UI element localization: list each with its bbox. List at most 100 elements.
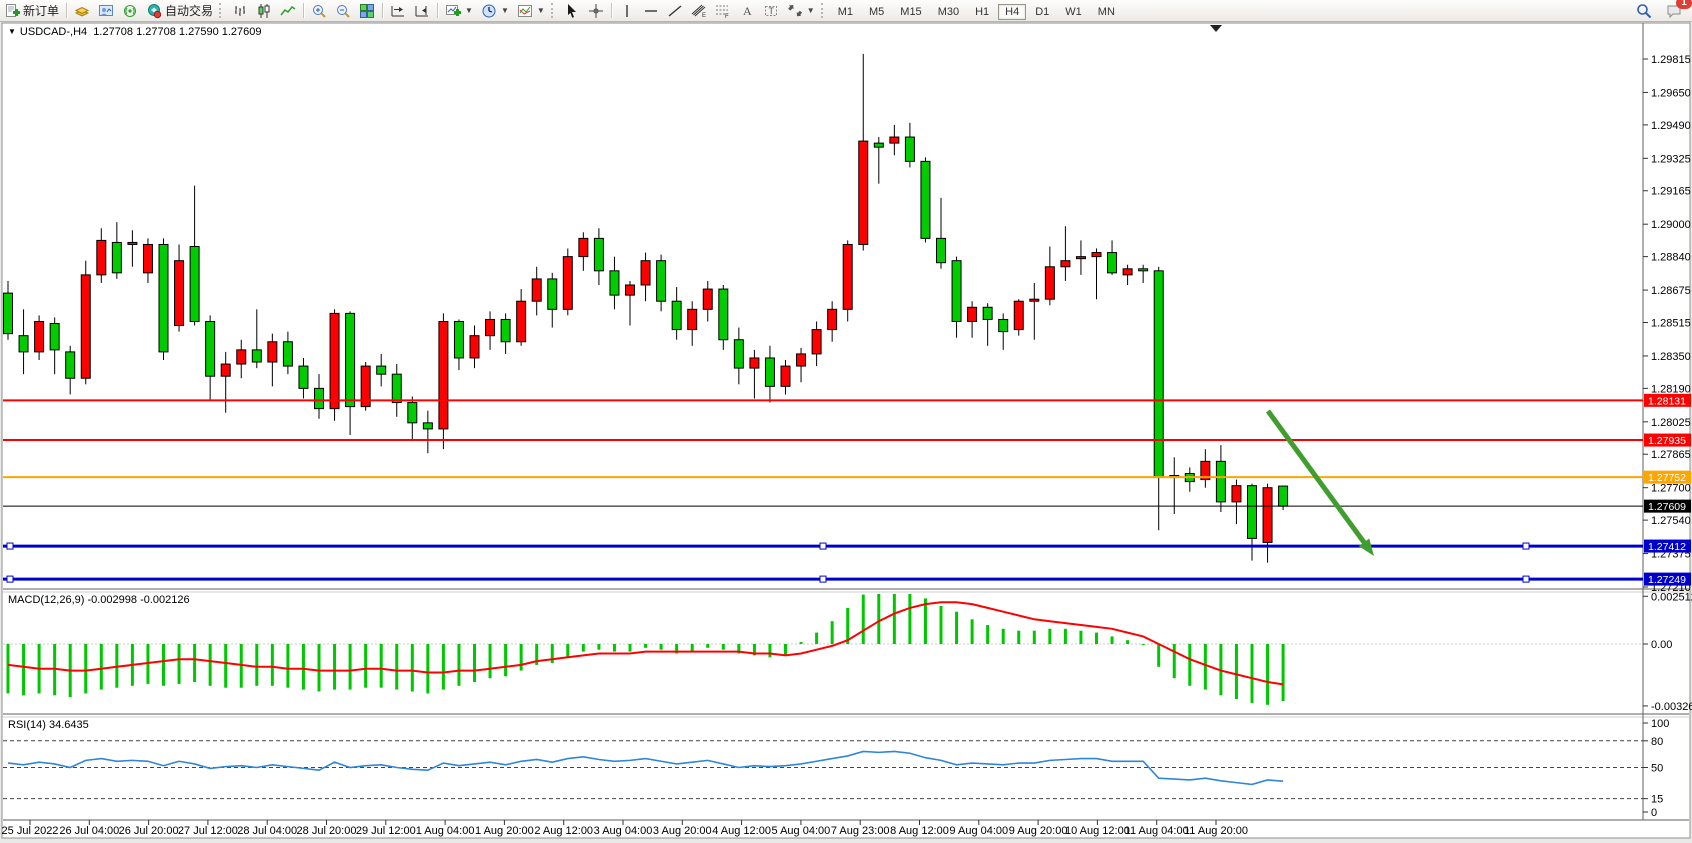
macd-histogram-bar — [877, 594, 880, 644]
chart-symbol-period: USDCAD-,H4 — [20, 26, 87, 38]
timeframe-button-W1[interactable]: W1 — [1058, 4, 1089, 20]
candle-body — [206, 321, 215, 376]
horizontal-line-button[interactable] — [639, 1, 663, 20]
chart-autoscroll-button[interactable] — [410, 1, 434, 20]
candlestick-chart-button[interactable] — [252, 1, 276, 20]
candle-body — [81, 275, 90, 378]
macd-histogram-bar — [644, 644, 647, 648]
toolbar-separator — [303, 3, 304, 18]
vertical-line-button[interactable] — [615, 1, 639, 20]
candle-body — [423, 423, 432, 429]
zoom-out-button[interactable] — [331, 1, 355, 20]
zoom-in-icon — [311, 3, 327, 19]
timeframe-button-M30[interactable]: M30 — [931, 4, 966, 20]
candlestick-chart-icon — [256, 3, 272, 19]
time-tick-label: 5 Aug 04:00 — [772, 825, 831, 837]
candle-body — [719, 289, 728, 340]
channel-button[interactable]: E — [687, 1, 711, 20]
zoom-in-button[interactable] — [307, 1, 331, 20]
macd-histogram-bar — [691, 644, 694, 652]
candle-body — [563, 257, 572, 310]
label-button[interactable]: T — [759, 1, 783, 20]
candle-body — [299, 366, 308, 388]
text-button[interactable]: A — [735, 1, 759, 20]
candle-body — [470, 336, 479, 358]
chart-collapse-icon[interactable]: ▼ — [8, 27, 16, 36]
candle-body — [112, 242, 121, 272]
macd-histogram-bar — [1079, 631, 1082, 644]
market-watch-button[interactable] — [94, 1, 118, 20]
candle-body — [548, 279, 557, 309]
macd-histogram-bar — [908, 594, 911, 644]
macd-histogram-bar — [473, 644, 476, 682]
macd-histogram-bar — [209, 644, 212, 686]
bar-chart-button[interactable] — [228, 1, 252, 20]
macd-histogram-bar — [1266, 644, 1269, 705]
macd-histogram-bar — [1033, 631, 1036, 644]
channel-icon: E — [691, 3, 707, 19]
chart-title-bar: ▼USDCAD-,H4 1.27708 1.27708 1.27590 1.27… — [8, 26, 262, 38]
line-drag-handle[interactable] — [820, 543, 826, 549]
candle-body — [1248, 486, 1257, 539]
time-tick-label: 26 Jul 04:00 — [59, 825, 119, 837]
line-drag-handle[interactable] — [7, 576, 13, 582]
price-tick-label: 1.28350 — [1651, 351, 1691, 363]
timeframe-button-H1[interactable]: H1 — [968, 4, 996, 20]
candle-body — [641, 261, 650, 285]
chevron-down-icon: ▼ — [465, 6, 473, 15]
trendline-button[interactable] — [663, 1, 687, 20]
auto-trading-icon — [146, 3, 162, 19]
chart-shift-button[interactable] — [386, 1, 410, 20]
price-line-badge-label: 1.27412 — [1648, 541, 1686, 553]
timeframe-button-M15[interactable]: M15 — [893, 4, 928, 20]
candle-body — [874, 143, 883, 147]
candle-body — [1030, 299, 1039, 301]
new-chart-button[interactable]: ▼ — [441, 1, 477, 20]
candle-body — [532, 279, 541, 301]
price-tick-label: 1.29650 — [1651, 87, 1691, 99]
tile-windows-button[interactable] — [355, 1, 379, 20]
macd-histogram-bar — [1251, 644, 1254, 703]
price-tick-label: 1.29490 — [1651, 120, 1691, 132]
timeframe-button-M1[interactable]: M1 — [831, 4, 860, 20]
line-chart-button[interactable] — [276, 1, 300, 20]
profiles-button[interactable] — [70, 1, 94, 20]
price-tick-label: 1.29815 — [1651, 54, 1691, 66]
arrows-button[interactable]: ▼ — [783, 1, 819, 20]
macd-histogram-bar — [271, 644, 274, 686]
fibonacci-button[interactable]: F — [711, 1, 735, 20]
timeframe-button-M5[interactable]: M5 — [862, 4, 891, 20]
line-drag-handle[interactable] — [1523, 576, 1529, 582]
line-drag-handle[interactable] — [7, 543, 13, 549]
new-order-button[interactable]: 新订单 — [0, 1, 63, 20]
rsi-tick-label: 100 — [1651, 718, 1669, 730]
timeframe-button-MN[interactable]: MN — [1091, 4, 1122, 20]
candle-body — [1014, 301, 1023, 329]
svg-text:E: E — [702, 13, 706, 19]
macd-histogram-bar — [940, 606, 943, 644]
crosshair-button[interactable] — [584, 1, 608, 20]
macd-histogram-bar — [380, 644, 383, 688]
line-drag-handle[interactable] — [820, 576, 826, 582]
timeframe-button-D1[interactable]: D1 — [1028, 4, 1056, 20]
notification-badge: 1 — [1676, 0, 1692, 9]
cursor-button[interactable] — [560, 1, 584, 20]
chevron-down-icon: ▼ — [537, 6, 545, 15]
notifications-button[interactable]: 1 — [1662, 1, 1686, 20]
price-tick-label: 1.28025 — [1651, 417, 1691, 429]
search-button[interactable] — [1632, 1, 1656, 20]
template-button[interactable]: ▼ — [513, 1, 549, 20]
period-button[interactable]: ▼ — [477, 1, 513, 20]
line-drag-handle[interactable] — [1523, 543, 1529, 549]
macd-histogram-bar — [426, 644, 429, 693]
price-line-badge-label: 1.28131 — [1648, 395, 1686, 407]
candle-body — [517, 301, 526, 342]
candle-body — [890, 137, 899, 143]
signals-button[interactable] — [118, 1, 142, 20]
candle-body — [672, 301, 681, 329]
label-icon: T — [763, 3, 779, 19]
timeframe-button-H4[interactable]: H4 — [998, 4, 1026, 20]
time-tick-label: 1 Aug 04:00 — [416, 825, 475, 837]
chart-canvas[interactable]: 1.298151.296501.294901.293251.291651.290… — [0, 0, 1692, 843]
auto-trading-button[interactable]: 自动交易 — [142, 1, 217, 20]
